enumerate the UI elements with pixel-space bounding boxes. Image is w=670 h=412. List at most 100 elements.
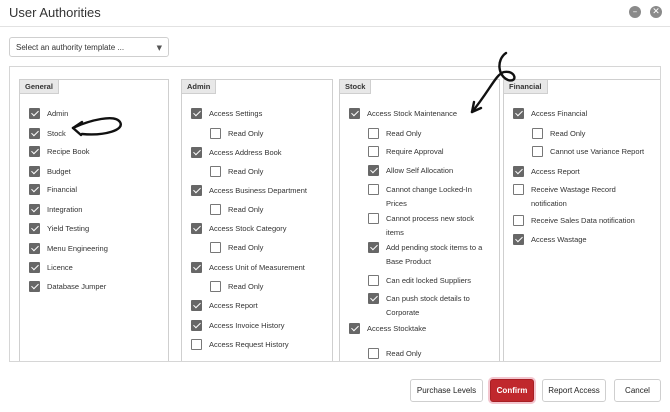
- purchase-levels-button[interactable]: Purchase Levels: [410, 379, 483, 402]
- permission-item[interactable]: Access Address Book: [191, 146, 322, 160]
- checkbox[interactable]: [191, 261, 202, 273]
- report-access-button[interactable]: Report Access: [542, 379, 606, 402]
- permission-item[interactable]: Budget: [29, 165, 158, 179]
- sub-permission-item[interactable]: Read Only: [210, 280, 322, 294]
- permission-item[interactable]: Access Unit of Measurement: [191, 261, 322, 275]
- permission-item[interactable]: Access Stocktake: [349, 322, 489, 336]
- sub-permission-item[interactable]: Read Only: [368, 127, 489, 141]
- confirm-button[interactable]: Confirm: [490, 379, 534, 402]
- permission-item[interactable]: Access Request History: [191, 338, 322, 352]
- checkbox[interactable]: [210, 242, 221, 253]
- checkbox[interactable]: [29, 108, 40, 119]
- checkbox-label: Add pending stock items to a Base Produc…: [386, 242, 483, 266]
- checkbox[interactable]: [29, 184, 40, 195]
- checkbox[interactable]: [368, 347, 379, 359]
- sub-permission-item[interactable]: Read Only: [368, 347, 489, 361]
- sub-permission-item[interactable]: Add pending stock items to a Base Produc…: [368, 241, 489, 269]
- permission-item[interactable]: Receive Wastage Record notification: [513, 184, 650, 211]
- sub-permission-item[interactable]: Cannot change Locked-In Prices: [368, 183, 489, 211]
- checkbox[interactable]: [29, 127, 40, 139]
- chevron-down-icon: ▼: [156, 44, 162, 52]
- permission-item[interactable]: Menu Engineering: [29, 242, 158, 256]
- checkbox[interactable]: [368, 127, 379, 139]
- checkbox[interactable]: [532, 145, 543, 157]
- checkbox[interactable]: [210, 127, 221, 139]
- permission-item[interactable]: Receive Sales Data notification: [513, 214, 650, 228]
- permission-item[interactable]: Access Report: [191, 300, 322, 313]
- checkbox[interactable]: [513, 233, 524, 245]
- checkbox-label: Access Business Department: [209, 185, 307, 195]
- permission-item[interactable]: Integration: [29, 203, 158, 217]
- checkbox[interactable]: [368, 241, 379, 253]
- checkbox[interactable]: [29, 281, 40, 292]
- checkbox[interactable]: [349, 322, 360, 334]
- checkbox[interactable]: [191, 300, 202, 311]
- sub-permission-item[interactable]: Read Only: [210, 242, 322, 255]
- sub-permission-item[interactable]: Allow Self Allocation: [368, 165, 489, 178]
- checkbox[interactable]: [368, 212, 379, 224]
- checkbox[interactable]: [368, 292, 379, 304]
- checkbox-label: Cannot change Locked-In Prices: [386, 184, 472, 208]
- checkbox[interactable]: [368, 145, 379, 157]
- checkbox[interactable]: [29, 223, 40, 234]
- checkbox[interactable]: [532, 127, 543, 139]
- sub-permission-item[interactable]: Read Only: [210, 165, 322, 179]
- checkbox-label: Database Jumper: [47, 282, 107, 291]
- checkbox-label: Receive Sales Data notification: [531, 215, 635, 225]
- checkbox-label: Receive Wastage Record notification: [531, 185, 616, 208]
- dialog-title: User Authorities: [9, 5, 101, 20]
- sub-permission-item[interactable]: Can edit locked Suppliers: [368, 274, 489, 288]
- checkbox-label: Can edit locked Suppliers: [386, 275, 472, 285]
- checkbox[interactable]: [191, 108, 202, 119]
- sub-permission-item[interactable]: Require Approval: [368, 145, 489, 159]
- checkbox[interactable]: [29, 242, 40, 254]
- cancel-button[interactable]: Cancel: [614, 379, 661, 402]
- permission-item[interactable]: Access Financial: [513, 108, 650, 121]
- sub-permission-item[interactable]: Cannot process new stock items: [368, 212, 489, 240]
- permission-item[interactable]: Access Business Department: [191, 184, 322, 198]
- checkbox[interactable]: [210, 203, 221, 215]
- sub-permission-item[interactable]: Cannot use Variance Report: [532, 145, 650, 159]
- checkbox-label: Integration: [47, 204, 83, 214]
- column-financial: Financial Access Financial Read Only Canno…: [503, 79, 660, 361]
- permission-item[interactable]: Financial: [29, 184, 158, 197]
- permission-item[interactable]: Yield Testing: [29, 223, 158, 236]
- checkbox-label: Licence: [47, 262, 73, 272]
- sub-permission-item[interactable]: Read Only: [210, 203, 322, 217]
- permission-item[interactable]: Access Settings: [191, 108, 322, 121]
- sub-permission-item[interactable]: Read Only: [210, 127, 322, 141]
- checkbox[interactable]: [29, 261, 40, 273]
- minimize-icon[interactable]: –: [629, 6, 641, 18]
- checkbox[interactable]: [368, 183, 379, 195]
- checkbox[interactable]: [191, 319, 202, 331]
- close-icon[interactable]: ✕: [650, 6, 662, 18]
- checkbox[interactable]: [349, 108, 360, 119]
- permission-item[interactable]: Access Invoice History: [191, 319, 322, 333]
- checkbox-label: Access Invoice History: [209, 320, 285, 330]
- checkbox[interactable]: [368, 165, 379, 176]
- checkbox[interactable]: [513, 165, 524, 177]
- checkbox[interactable]: [191, 146, 202, 158]
- permission-item[interactable]: Access Report: [513, 165, 650, 179]
- sub-permission-item[interactable]: Read Only: [532, 127, 650, 141]
- checkbox[interactable]: [29, 165, 40, 177]
- sub-permission-item[interactable]: Can push stock details to Corporate: [368, 292, 489, 320]
- checkbox-label: Allow Self Allocation: [386, 166, 454, 175]
- permission-item[interactable]: Recipe Book: [29, 146, 158, 159]
- checkbox[interactable]: [513, 214, 524, 226]
- permission-item[interactable]: Access Wastage: [513, 233, 650, 247]
- permission-item[interactable]: Licence: [29, 261, 158, 275]
- checkbox[interactable]: [368, 274, 379, 286]
- authority-template-select[interactable]: Select an authority template ... ▼: [9, 37, 169, 57]
- checkbox[interactable]: [191, 184, 202, 196]
- permission-item[interactable]: Access Stock Category: [191, 223, 322, 236]
- checkbox[interactable]: [513, 184, 524, 195]
- permission-item[interactable]: Database Jumper: [29, 281, 158, 294]
- checkbox[interactable]: [191, 223, 202, 234]
- checkbox[interactable]: [29, 203, 40, 215]
- checkbox-label: Read Only: [228, 166, 264, 176]
- checkbox[interactable]: [29, 146, 40, 157]
- checkbox[interactable]: [210, 280, 221, 292]
- checkbox[interactable]: [210, 165, 221, 177]
- checkbox[interactable]: [191, 338, 202, 350]
